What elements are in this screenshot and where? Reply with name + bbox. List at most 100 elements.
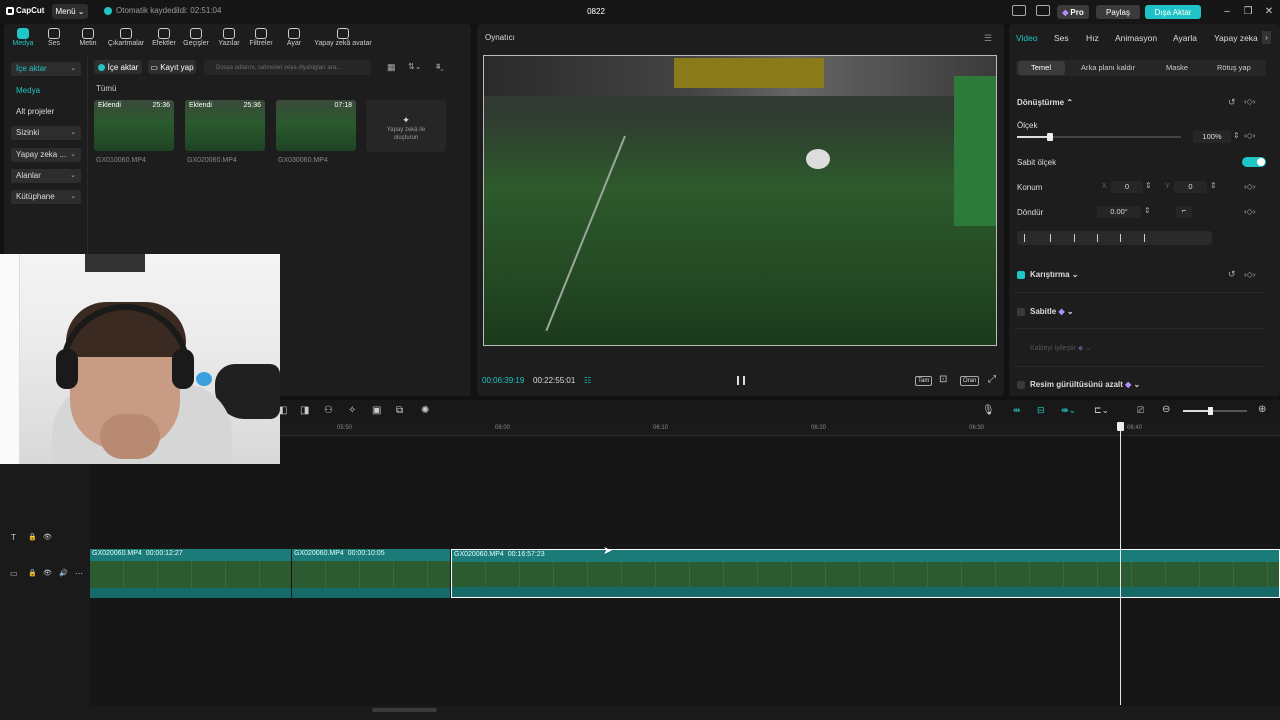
- align-center-v-icon[interactable]: [1120, 234, 1130, 242]
- mirror-icon[interactable]: ◨: [300, 405, 309, 416]
- keyframe-icon[interactable]: ‹◇›: [1244, 97, 1255, 106]
- timeline-view-icon[interactable]: ☷: [584, 376, 591, 385]
- timeline-scrollbar[interactable]: [372, 708, 437, 712]
- chevron-right-icon[interactable]: ›: [1262, 31, 1271, 44]
- tool-adjust[interactable]: Ayar: [271, 28, 317, 50]
- media-thumbnail[interactable]: Eklendi 25:36: [94, 100, 174, 151]
- position-y-field[interactable]: 0: [1174, 181, 1207, 193]
- reset-icon[interactable]: ↺: [1228, 269, 1236, 280]
- preview-axis-icon[interactable]: ⇼⌄: [1061, 405, 1076, 416]
- tab-speed[interactable]: Hız: [1086, 33, 1099, 43]
- lock-icon[interactable]: 🔒: [28, 533, 37, 541]
- minimize-icon[interactable]: –: [1220, 5, 1234, 19]
- tab-adjust[interactable]: Ayarla: [1173, 33, 1197, 43]
- sort-icon[interactable]: ⇅⌄: [408, 62, 421, 71]
- more-icon[interactable]: ⋯: [75, 569, 83, 578]
- align-top-icon[interactable]: [1097, 234, 1107, 242]
- tool-ai-avatar[interactable]: Yapay zekâ avatar: [312, 28, 374, 50]
- scale-value-field[interactable]: 100%: [1193, 131, 1231, 143]
- share-button[interactable]: Paylaş: [1096, 5, 1140, 19]
- link-clips-icon[interactable]: ⇹: [1013, 405, 1021, 416]
- keyframe-icon[interactable]: ‹◇›: [1244, 182, 1255, 191]
- volume-icon[interactable]: 🔊: [59, 569, 68, 577]
- sidebar-item-ai[interactable]: Yapay zeka ... ⌄: [11, 148, 81, 162]
- reset-icon[interactable]: ↺: [1228, 97, 1236, 108]
- fullscreen-mode-button[interactable]: Tam: [915, 376, 933, 386]
- media-thumbnail[interactable]: 07:18: [276, 100, 356, 151]
- zoom-in-icon[interactable]: ⊕: [1258, 404, 1266, 415]
- stepper-icon[interactable]: ⇕: [1145, 181, 1152, 190]
- align-bottom-icon[interactable]: [1144, 234, 1154, 242]
- tab-ai[interactable]: Yapay zeka: [1214, 33, 1258, 43]
- ai-create-card[interactable]: ✦ Yapay zekâ ile oluşturun: [366, 100, 446, 152]
- subtab-retouch[interactable]: Rötuş yap: [1217, 63, 1251, 72]
- blend-checkbox[interactable]: [1017, 271, 1025, 279]
- compound-icon[interactable]: ⊏⌄: [1094, 405, 1109, 416]
- ratio-button[interactable]: Oran: [960, 376, 980, 386]
- resize-icon[interactable]: ⧉: [396, 405, 403, 416]
- tab-audio[interactable]: Ses: [1054, 33, 1069, 43]
- rotate-field[interactable]: 0.00°: [1097, 206, 1141, 218]
- search-input[interactable]: Dosya adlarını, sahneleri veya diyalogla…: [204, 60, 371, 75]
- import-button[interactable]: İçe aktar: [94, 60, 142, 74]
- crop-icon[interactable]: ▣: [372, 405, 381, 416]
- denoise-checkbox[interactable]: [1017, 381, 1025, 389]
- expand-icon[interactable]: ⤢: [988, 374, 996, 385]
- snapshot-icon[interactable]: ⊡: [939, 374, 947, 385]
- stepper-icon[interactable]: ⇕: [1144, 206, 1151, 215]
- transform-header[interactable]: Dönüştürme ⌃: [1017, 98, 1073, 107]
- align-center-h-icon[interactable]: [1050, 234, 1060, 242]
- maximize-icon[interactable]: ❐: [1241, 5, 1255, 19]
- keyframe-icon[interactable]: ‹◇›: [1244, 207, 1255, 216]
- uniform-scale-toggle[interactable]: [1242, 157, 1266, 167]
- sidebar-item-spaces[interactable]: Alanlar ⌄: [11, 169, 81, 183]
- subtab-basic[interactable]: Temel: [1031, 63, 1051, 72]
- layout-icon[interactable]: [1012, 5, 1026, 16]
- keyframe-icon[interactable]: ‹◇›: [1244, 270, 1255, 279]
- align-right-icon[interactable]: [1074, 234, 1084, 242]
- subtab-remove-bg[interactable]: Arka planı kaldır: [1081, 63, 1135, 72]
- playhead[interactable]: [1120, 422, 1121, 705]
- video-preview[interactable]: [483, 55, 997, 346]
- sidebar-item-import[interactable]: İçe aktar ⌄: [11, 62, 81, 76]
- blend-header[interactable]: Karıştırma ⌄: [1030, 270, 1079, 279]
- timeline-clip-selected[interactable]: GX020060.MP4 00:16:57:23: [451, 549, 1280, 598]
- playhead-handle[interactable]: [1117, 422, 1124, 431]
- close-icon[interactable]: ✕: [1262, 5, 1276, 19]
- player-menu-icon[interactable]: ☰: [984, 33, 992, 44]
- cutout-icon[interactable]: ⚇: [324, 405, 333, 416]
- eye-icon[interactable]: 👁: [43, 569, 52, 577]
- timeline-clip[interactable]: GX020060.MP4 00:00:10:05: [292, 549, 450, 598]
- sidebar-item-yours[interactable]: Sizinki ⌄: [11, 126, 81, 140]
- filter-dropdown-icon[interactable]: ⩩⌄: [436, 62, 444, 72]
- sidebar-item-library[interactable]: Kütüphane ⌄: [11, 190, 81, 204]
- record-button[interactable]: ▭ Kayıt yap: [148, 60, 196, 74]
- pro-button[interactable]: ◆ Pro: [1057, 5, 1089, 19]
- position-x-field[interactable]: 0: [1111, 181, 1143, 193]
- denoise-header[interactable]: Resim gürültüsünü azalt ◆ ⌄: [1030, 380, 1140, 389]
- shortcut-icon[interactable]: [1036, 5, 1050, 16]
- timeline-clip[interactable]: GX020060.MP4 00:00:12:27: [90, 549, 291, 598]
- eye-icon[interactable]: 👁: [43, 533, 52, 541]
- magic-icon[interactable]: ✧: [348, 405, 356, 416]
- subtab-mask[interactable]: Maske: [1166, 63, 1188, 72]
- export-button[interactable]: Dışa Aktar: [1145, 5, 1201, 19]
- caption-toggle-icon[interactable]: ⎚: [1137, 405, 1144, 416]
- pause-icon[interactable]: [737, 376, 745, 385]
- stabilize-checkbox[interactable]: [1017, 308, 1025, 316]
- sidebar-item-media[interactable]: Medya: [11, 84, 81, 98]
- flip-button[interactable]: ⌐: [1176, 206, 1192, 218]
- lock-icon[interactable]: 🔒: [28, 569, 37, 577]
- sidebar-item-subprojects[interactable]: Alt projeler: [11, 105, 81, 119]
- ai-tool-icon[interactable]: ✺: [421, 405, 429, 416]
- stabilize-header[interactable]: Sabitle ◆ ⌄: [1030, 307, 1074, 316]
- keyframe-icon[interactable]: ‹◇›: [1244, 131, 1255, 140]
- align-left-icon[interactable]: [1024, 234, 1034, 242]
- stepper-icon[interactable]: ⇕: [1210, 181, 1217, 190]
- tab-video[interactable]: Video: [1016, 33, 1038, 43]
- grid-view-icon[interactable]: ▦: [387, 62, 396, 73]
- stepper-icon[interactable]: ⇕: [1233, 131, 1240, 140]
- scale-slider-handle[interactable]: [1046, 133, 1053, 141]
- tab-animation[interactable]: Animasyon: [1115, 33, 1157, 43]
- media-thumbnail[interactable]: Eklendi 25:36: [185, 100, 265, 151]
